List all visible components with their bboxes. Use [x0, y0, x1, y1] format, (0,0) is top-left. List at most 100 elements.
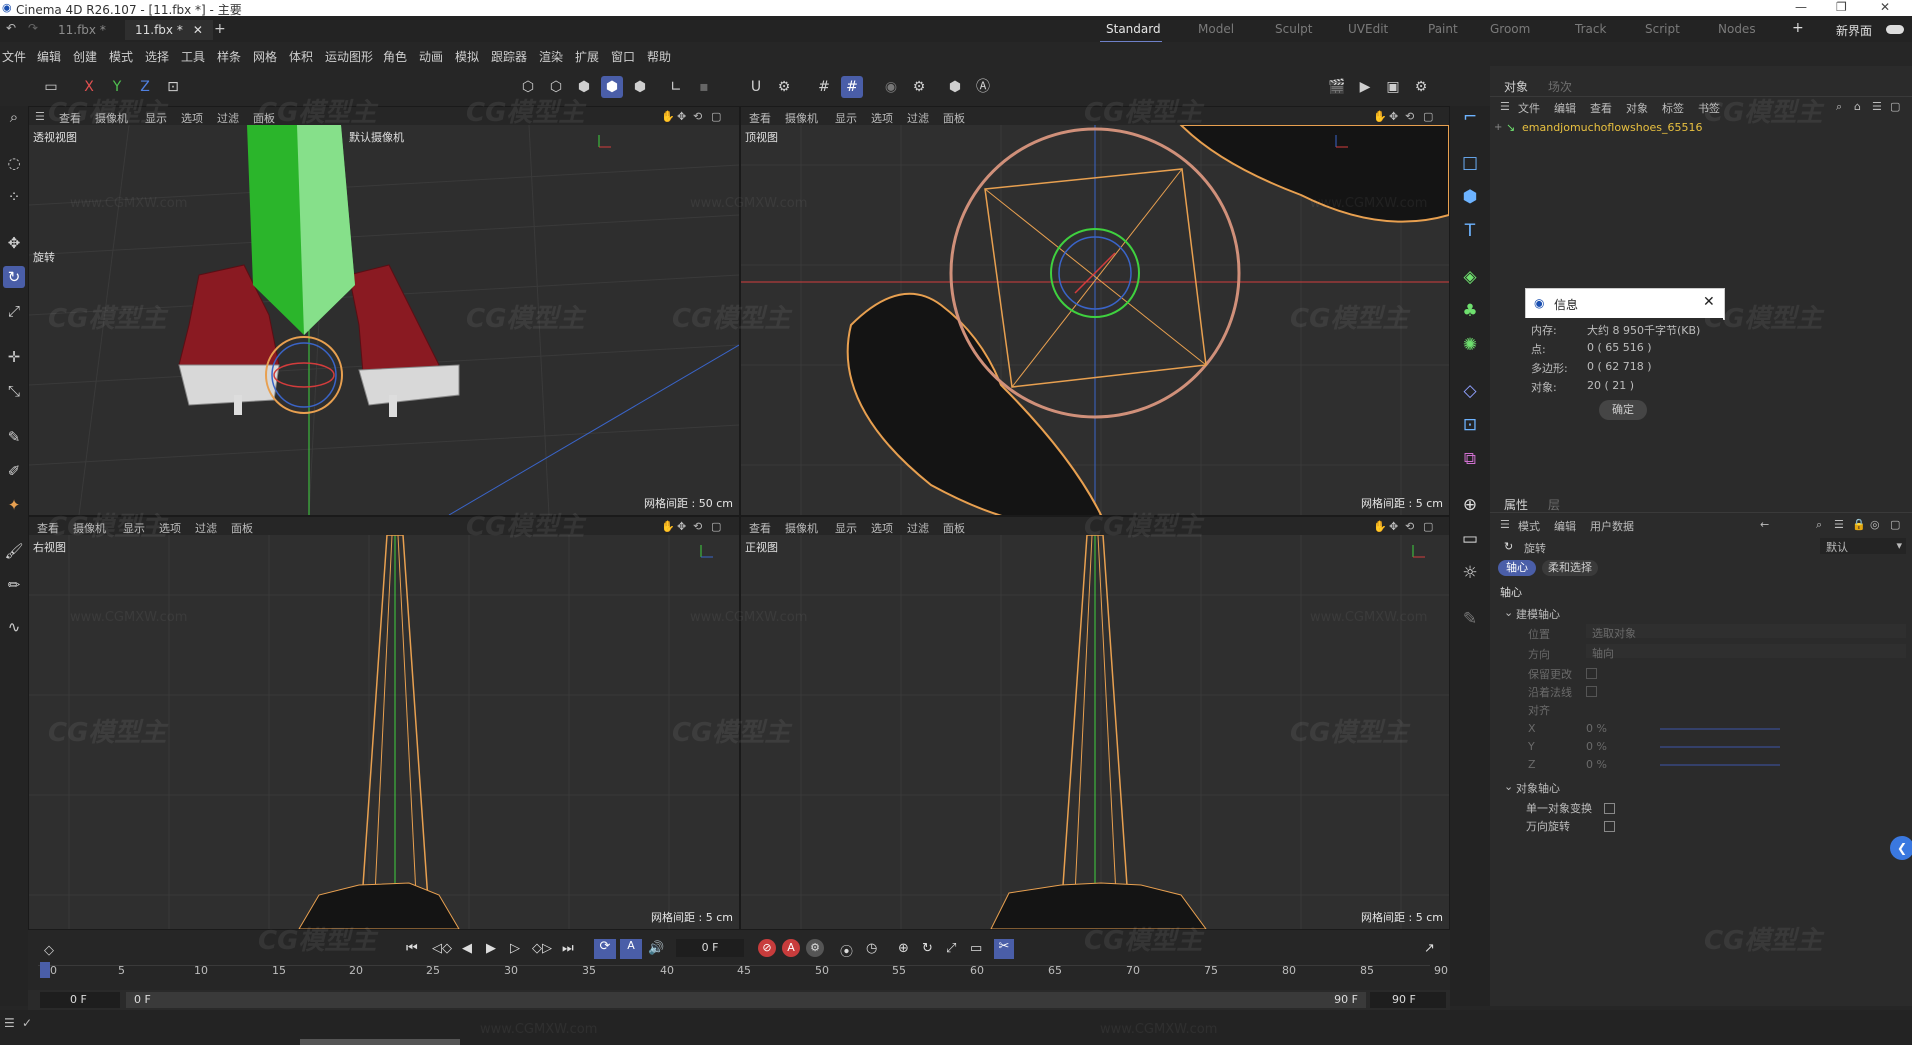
viewport-right[interactable]: 查看 摄像机 显示 选项 过滤 面板 ✋ ✥ ⟲ ▢ 右视图 网格间距 : 5 …	[28, 516, 740, 930]
scrollbar-thumb[interactable]	[300, 1039, 460, 1045]
snap-grid-icon[interactable]: #	[813, 76, 835, 98]
object-name[interactable]: emandjomuchoflowshoes_65516	[1522, 121, 1702, 134]
vp-maximize-icon[interactable]: ▢	[1423, 520, 1433, 533]
workplane-icon[interactable]: ◉	[880, 76, 902, 98]
vp-menu-view[interactable]: 查看	[749, 520, 771, 536]
menu-mesh[interactable]: 网格	[253, 48, 277, 65]
vp-move-icon[interactable]: ✥	[1389, 520, 1398, 533]
render-view-icon[interactable]: ▶	[1354, 76, 1376, 98]
hamburger-icon[interactable]: ☰	[35, 110, 45, 123]
move-tool-icon[interactable]: ✥	[3, 232, 25, 254]
rotate-tool-icon[interactable]: ↻	[3, 266, 25, 288]
vp-move-icon[interactable]: ✥	[677, 110, 686, 123]
generator-icon[interactable]: ✺	[1459, 334, 1481, 356]
menu-file[interactable]: 文件	[2, 48, 26, 65]
search-icon[interactable]: ⌕	[3, 106, 25, 128]
vp-pan-icon[interactable]: ✋	[661, 520, 675, 533]
vp-menu-view[interactable]: 查看	[749, 110, 771, 126]
start-frame-field[interactable]: 0 F	[40, 992, 120, 1008]
om-menu-object[interactable]: 对象	[1626, 100, 1648, 116]
layout-tab-model[interactable]: Model	[1198, 22, 1234, 36]
am-menu-mode[interactable]: 模式	[1518, 518, 1540, 534]
z-value-field[interactable]: 0 %	[1586, 758, 1607, 771]
record-icon[interactable]: ⊘	[758, 939, 776, 957]
cube-icon[interactable]: ⬢	[1459, 186, 1481, 208]
hamburger-icon[interactable]: ☰	[4, 1016, 15, 1030]
pivot-tool-icon[interactable]: ⤡	[3, 380, 25, 402]
auto-key-icon[interactable]: Ⓐ	[972, 76, 994, 98]
key-rotation-icon[interactable]: ↻	[922, 941, 933, 956]
cloner-icon[interactable]: ♣	[1459, 300, 1481, 322]
vp-menu-panel[interactable]: 面板	[253, 110, 275, 126]
along-normal-checkbox[interactable]	[1586, 686, 1597, 697]
render-picture-viewer-icon[interactable]: ▣	[1382, 76, 1404, 98]
y-value-field[interactable]: 0 %	[1586, 740, 1607, 753]
direction-dropdown[interactable]: 轴向	[1586, 644, 1906, 660]
key-pla-icon[interactable]: ✂	[994, 939, 1014, 959]
vp-menu-camera[interactable]: 摄像机	[73, 520, 106, 536]
vp-maximize-icon[interactable]: ▢	[1423, 110, 1433, 123]
vp-menu-camera[interactable]: 摄像机	[95, 110, 128, 126]
selection-tool-icon[interactable]: ◌	[3, 152, 25, 174]
fps-icon[interactable]: A	[620, 939, 642, 959]
om-menu-file[interactable]: 文件	[1518, 100, 1540, 116]
hamburger-icon[interactable]: ☰	[1500, 100, 1510, 113]
home-icon[interactable]: ⌂	[1854, 100, 1861, 113]
tag-icon[interactable]: ✎	[1459, 608, 1481, 630]
vp-menu-filter[interactable]: 过滤	[217, 110, 239, 126]
vp-menu-panel[interactable]: 面板	[943, 520, 965, 536]
maximize-icon[interactable]: ❐	[1836, 0, 1847, 14]
new-tab-icon[interactable]: +	[214, 21, 226, 37]
render-settings-icon[interactable]: ⚙	[1410, 76, 1432, 98]
spline-pen-icon[interactable]: ⌐	[1459, 106, 1481, 128]
menu-tools[interactable]: 工具	[181, 48, 205, 65]
layout-tab-script[interactable]: Script	[1645, 22, 1680, 36]
vp-pan-icon[interactable]: ✋	[661, 110, 675, 123]
workplane-settings-icon[interactable]: ⚙	[908, 76, 930, 98]
knife-tool-icon[interactable]: ✎	[3, 426, 25, 448]
key-position-icon[interactable]: ⊕	[898, 941, 909, 956]
keyframe-icon[interactable]: ◇	[44, 943, 54, 958]
end-frame-field[interactable]: 90 F	[1370, 992, 1446, 1008]
polygons-mode-icon[interactable]: ⬢	[573, 76, 595, 98]
tab-attributes[interactable]: 属性	[1504, 496, 1528, 513]
viewport-solo-icon[interactable]: ⬢	[944, 76, 966, 98]
vp-menu-display[interactable]: 显示	[835, 520, 857, 536]
menu-mograph[interactable]: 运动图形	[325, 48, 373, 65]
layout-tab-nodes[interactable]: Nodes	[1718, 22, 1756, 36]
layout-tab-paint[interactable]: Paint	[1428, 22, 1458, 36]
position-dropdown[interactable]: 选取对象	[1586, 624, 1906, 640]
axis-z-button[interactable]: Z	[134, 76, 156, 98]
close-tab-icon[interactable]: ✕	[193, 23, 203, 37]
hamburger-icon[interactable]: ☰	[1500, 518, 1510, 531]
menu-edit[interactable]: 编辑	[37, 48, 61, 65]
layout-tab-groom[interactable]: Groom	[1490, 22, 1530, 36]
deformer-icon[interactable]: ◇	[1459, 380, 1481, 402]
snap-settings-icon[interactable]: ⚙	[773, 76, 795, 98]
prev-frame-icon[interactable]: ◀	[462, 941, 472, 956]
undo-icon[interactable]: ↶	[6, 21, 16, 35]
menu-spline[interactable]: 样条	[217, 48, 241, 65]
minimize-icon[interactable]: —	[1795, 0, 1807, 14]
vp-menu-filter[interactable]: 过滤	[907, 110, 929, 126]
redo-icon[interactable]: ↷	[28, 21, 38, 35]
vp-menu-view[interactable]: 查看	[59, 110, 81, 126]
om-menu-view[interactable]: 查看	[1590, 100, 1612, 116]
gimbal-checkbox[interactable]	[1604, 821, 1615, 832]
menu-extensions[interactable]: 扩展	[575, 48, 599, 65]
key-clock-icon[interactable]: ◷	[866, 941, 877, 956]
current-frame-field[interactable]: 0 F	[676, 939, 744, 957]
doc-tab-1[interactable]: 11.fbx *	[48, 20, 116, 40]
layout-tab-uvedit[interactable]: UVEdit	[1348, 22, 1388, 36]
text-icon[interactable]: T	[1459, 220, 1481, 242]
rectangle-spline-icon[interactable]: □	[1459, 152, 1481, 174]
target-icon[interactable]: ◎	[1870, 518, 1880, 531]
mograph-icon[interactable]: ⧉	[1459, 448, 1481, 470]
brush-tool-icon[interactable]: ✐	[3, 460, 25, 482]
range-slider[interactable]: 0 F 90 F	[126, 992, 1366, 1008]
layout-tab-track[interactable]: Track	[1575, 22, 1606, 36]
first-frame-icon[interactable]: ⏮	[406, 941, 418, 956]
sound-icon[interactable]: 🔊	[648, 941, 664, 956]
transform-tool-icon[interactable]: ✛	[3, 346, 25, 368]
lock-icon[interactable]: 🔒	[1852, 518, 1866, 531]
